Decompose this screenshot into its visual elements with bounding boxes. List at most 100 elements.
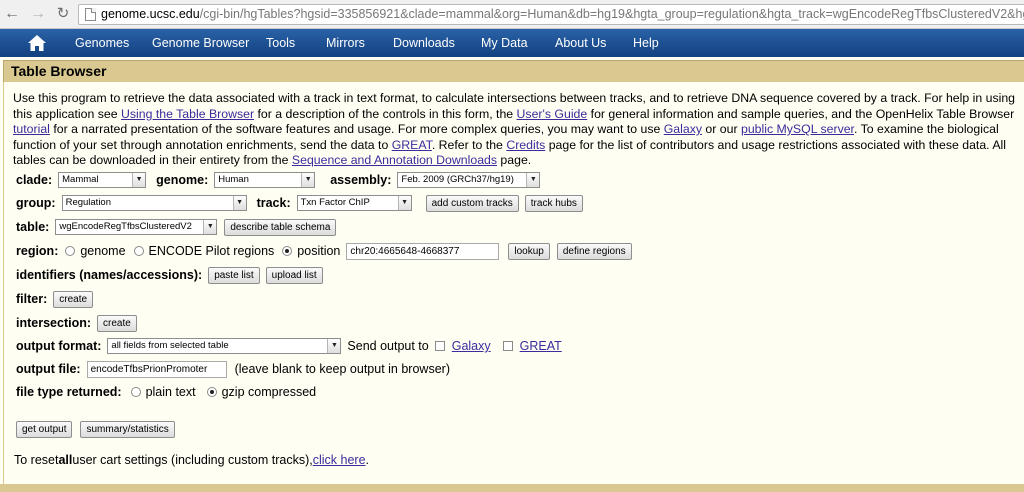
genome-select[interactable]: Human ▼ xyxy=(214,172,316,188)
get-output-button[interactable]: get output xyxy=(16,420,73,438)
public-mysql-server-link[interactable]: public MySQL server xyxy=(741,122,854,136)
intro-text: function of your set through annotation … xyxy=(13,137,392,152)
clade-value: Mammal xyxy=(62,174,99,185)
output-format-row: output format: all fields from selected … xyxy=(16,336,562,356)
output-format-select[interactable]: all fields from selected table ▼ xyxy=(107,338,342,354)
intersection-label: intersection: xyxy=(16,316,92,330)
reset-click-here-link[interactable]: click here xyxy=(313,453,366,467)
summary-statistics-button[interactable]: summary/statistics xyxy=(80,420,175,438)
page-header: Table Browser xyxy=(3,60,1024,82)
intro-line: this application see Using the Table Bro… xyxy=(13,107,1024,123)
gzip-label: gzip compressed xyxy=(221,385,317,399)
menu-mirrors[interactable]: Mirrors xyxy=(326,29,365,57)
output-file-label: output file: xyxy=(16,362,81,376)
intersection-create-button[interactable]: create xyxy=(97,314,137,332)
tutorial-link[interactable]: tutorial xyxy=(13,122,50,136)
chevron-down-icon: ▼ xyxy=(203,220,217,234)
back-arrow-icon[interactable]: ← xyxy=(3,5,21,23)
intro-text: or our xyxy=(702,122,741,136)
table-row: table: wgEncodeRegTfbsClusteredV2 ▼ descr… xyxy=(16,217,337,237)
submit-row: get output summary/statistics xyxy=(16,419,175,439)
plain-text-radio[interactable] xyxy=(130,387,141,397)
assembly-select[interactable]: Feb. 2009 (GRCh37/hg19) ▼ xyxy=(397,172,541,188)
intro-text: Use this program to retrieve the data as… xyxy=(13,91,1016,105)
output-format-label: output format: xyxy=(16,339,102,353)
intersection-row: intersection: create xyxy=(16,313,137,333)
describe-table-schema-button[interactable]: describe table schema xyxy=(224,218,337,236)
galaxy-output-link[interactable]: Galaxy xyxy=(452,339,491,353)
reload-icon[interactable]: ↻ xyxy=(54,5,72,23)
region-position-label: position xyxy=(297,244,341,258)
reset-text: To reset xyxy=(14,453,59,467)
users-guide-link[interactable]: User's Guide xyxy=(517,107,588,121)
home-icon[interactable] xyxy=(27,34,47,52)
identifiers-row: identifiers (names/accessions): paste li… xyxy=(16,265,323,285)
intro-text: for a narrated presentation of the softw… xyxy=(49,122,664,136)
paste-list-button[interactable]: paste list xyxy=(208,266,260,284)
filter-label: filter: xyxy=(16,292,48,306)
track-label: track: xyxy=(256,196,291,210)
galaxy-link[interactable]: Galaxy xyxy=(664,122,702,136)
filter-create-button[interactable]: create xyxy=(53,290,94,308)
table-select[interactable]: wgEncodeRegTfbsClusteredV2 ▼ xyxy=(55,219,218,235)
menu-genomes[interactable]: Genomes xyxy=(75,29,129,57)
intro-text: . To examine the biological xyxy=(853,122,999,136)
page-title: Table Browser xyxy=(11,63,107,79)
region-row: region: genome ENCODE Pilot regions posi… xyxy=(16,241,632,261)
genome-label: genome: xyxy=(156,173,209,187)
intro-text: for general information and sample queri… xyxy=(587,106,1015,121)
output-file-input[interactable]: encodeTfbsPrionPromoter xyxy=(86,360,227,378)
chevron-down-icon: ▼ xyxy=(327,339,341,353)
gzip-radio[interactable] xyxy=(206,387,217,397)
region-genome-radio[interactable] xyxy=(65,246,76,256)
clade-select[interactable]: Mammal ▼ xyxy=(58,172,147,188)
menu-tools[interactable]: Tools xyxy=(266,29,295,57)
forward-arrow-icon[interactable]: → xyxy=(29,5,47,23)
menu-about-us[interactable]: About Us xyxy=(555,29,606,57)
downloads-link[interactable]: Sequence and Annotation Downloads xyxy=(292,153,497,167)
clade-label: clade: xyxy=(16,173,53,187)
intro-line: function of your set through annotation … xyxy=(13,138,1024,154)
intro-text: page. xyxy=(497,153,532,167)
table-value: wgEncodeRegTfbsClusteredV2 xyxy=(59,221,192,232)
intro-text: . Refer to the xyxy=(431,137,507,152)
region-encode-radio[interactable] xyxy=(133,246,144,256)
menu-my-data[interactable]: My Data xyxy=(481,29,528,57)
menu-help[interactable]: Help xyxy=(633,29,659,57)
group-track-row: group: Regulation ▼ track: Txn Factor ChI… xyxy=(16,193,583,213)
reset-text: user cart settings (including custom tra… xyxy=(72,453,313,467)
intro-text: tables can be downloaded in their entire… xyxy=(13,153,292,167)
add-custom-tracks-button[interactable]: add custom tracks xyxy=(425,194,519,212)
site-menu-bar: Genomes Genome Browser Tools Mirrors Dow… xyxy=(0,29,1024,57)
track-select[interactable]: Txn Factor ChIP ▼ xyxy=(296,195,412,211)
menu-genome-browser[interactable]: Genome Browser xyxy=(152,29,249,57)
assembly-value: Feb. 2009 (GRCh37/hg19) xyxy=(401,174,514,185)
intro-line: tables can be downloaded in their entire… xyxy=(13,153,1024,169)
great-output-link[interactable]: GREAT xyxy=(520,339,562,353)
define-regions-button[interactable]: define regions xyxy=(556,242,632,260)
genome-value: Human xyxy=(218,174,249,185)
chevron-down-icon: ▼ xyxy=(232,196,246,210)
region-position-radio[interactable] xyxy=(282,246,293,256)
credits-link[interactable]: Credits xyxy=(506,138,545,152)
chevron-down-icon: ▼ xyxy=(397,196,411,210)
intro-text: page for the list of contributors and us… xyxy=(545,137,1006,152)
identifiers-label: identifiers (names/accessions): xyxy=(16,268,203,282)
position-input[interactable]: chr20:4665648-4668377 xyxy=(346,242,500,260)
table-label: table: xyxy=(16,220,50,234)
group-label: group: xyxy=(16,196,56,210)
lookup-button[interactable]: lookup xyxy=(508,242,550,260)
using-table-browser-link[interactable]: Using the Table Browser xyxy=(121,107,254,121)
great-link[interactable]: GREAT xyxy=(392,138,432,152)
track-hubs-button[interactable]: track hubs xyxy=(524,194,583,212)
output-format-value: all fields from selected table xyxy=(111,340,229,351)
intro-line: tutorial for a narrated presentation of … xyxy=(13,122,1024,138)
browser-toolbar: ← → ↻ genome.ucsc.edu/cgi-bin/hgTables?h… xyxy=(0,0,1024,29)
menu-downloads[interactable]: Downloads xyxy=(393,29,455,57)
upload-list-button[interactable]: upload list xyxy=(265,266,323,284)
great-checkbox[interactable] xyxy=(502,341,513,351)
galaxy-checkbox[interactable] xyxy=(434,341,445,351)
address-bar[interactable]: genome.ucsc.edu/cgi-bin/hgTables?hgsid=3… xyxy=(78,4,1024,25)
output-file-hint: (leave blank to keep output in browser) xyxy=(234,362,450,376)
group-select[interactable]: Regulation ▼ xyxy=(61,195,247,211)
